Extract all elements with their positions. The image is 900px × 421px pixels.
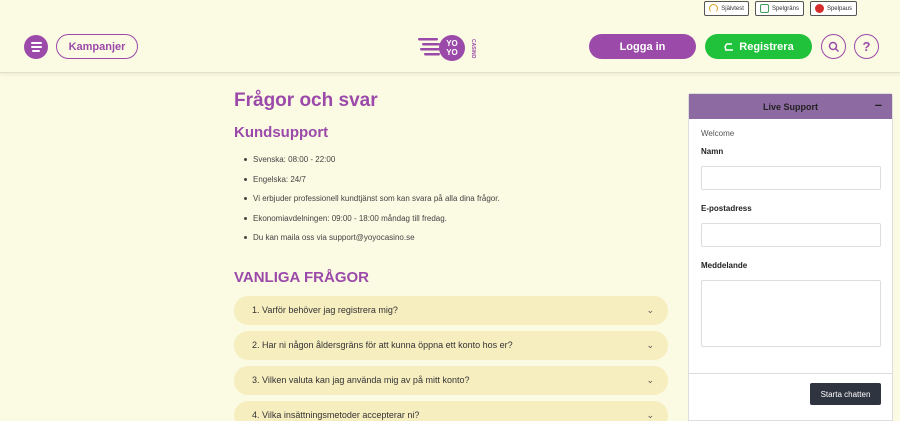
faq-item[interactable]: 3. Vilken valuta kan jag använda mig av … — [234, 365, 668, 395]
message-label: Meddelande — [701, 261, 748, 270]
register-button[interactable]: Registrera — [705, 34, 812, 59]
page-title: Frågor och svar — [234, 90, 378, 111]
faq-item[interactable]: 2. Har ni någon åldersgräns för att kunn… — [234, 330, 668, 360]
menu-icon-line — [30, 42, 42, 44]
email-label: E-postadress — [701, 204, 752, 213]
menu-button[interactable] — [24, 35, 48, 59]
chevron-down-icon: ⌄ — [646, 374, 654, 385]
faq-question: 2. Har ni någon åldersgräns för att kunn… — [252, 340, 513, 350]
help-icon: ? — [862, 39, 871, 54]
badge-label: Spelgräns — [771, 5, 799, 12]
logo-text: YO — [446, 48, 458, 57]
gauge-icon — [709, 4, 719, 13]
faq-question: 1. Varför behöver jag registrera mig? — [252, 305, 398, 315]
live-support-header[interactable]: Live Support – — [689, 94, 892, 119]
live-support-panel: Live Support – Welcome Namn E-postadress… — [688, 93, 893, 421]
minimize-icon[interactable]: – — [875, 97, 882, 112]
list-item: Svenska: 08:00 - 22:00 — [244, 155, 668, 175]
menu-icon-line — [30, 46, 42, 48]
faq-item[interactable]: 1. Varför behöver jag registrera mig? ⌄ — [234, 295, 668, 325]
live-support-form: Welcome Namn E-postadress Meddelande — [689, 119, 892, 347]
register-label: Registrera — [739, 40, 794, 53]
help-button[interactable]: ? — [854, 34, 879, 59]
site-header: Kampanjer YO YO CASINO Logga in Registre… — [0, 17, 900, 73]
message-field[interactable] — [701, 280, 881, 347]
welcome-text: Welcome — [701, 129, 735, 138]
live-support-title: Live Support — [762, 101, 818, 112]
register-icon — [724, 42, 734, 51]
list-item: Du kan maila oss via support@yoyocasino.… — [244, 233, 668, 253]
faq-content: Frågor och svar Kundsupport Svenska: 08:… — [234, 90, 668, 421]
faq-question: 3. Vilken valuta kan jag använda mig av … — [252, 375, 470, 385]
list-item: Ekonomiavdelningen: 09:00 - 18:00 måndag… — [244, 214, 668, 234]
start-chat-button[interactable]: Starta chatten — [810, 383, 881, 405]
email-field[interactable] — [701, 223, 881, 247]
menu-icon-line — [32, 50, 40, 52]
badge-spelgrans[interactable]: Spelgräns — [754, 1, 804, 16]
limit-icon — [759, 4, 769, 13]
search-icon — [828, 41, 839, 52]
campaigns-button[interactable]: Kampanjer — [56, 34, 138, 59]
live-support-footer: Starta chatten — [689, 373, 892, 421]
pause-icon — [814, 4, 824, 13]
badge-label: Självtest — [721, 5, 744, 12]
name-label: Namn — [701, 147, 724, 156]
faq-question: 4. Vilka insättningsmetoder accepterar n… — [252, 410, 420, 420]
badge-spelpaus[interactable]: Spelpaus — [809, 1, 857, 16]
name-field[interactable] — [701, 166, 881, 190]
logo-text: YO — [446, 39, 458, 48]
support-heading: Kundsupport — [234, 124, 329, 141]
search-button[interactable] — [821, 34, 846, 59]
faq-item[interactable]: 4. Vilka insättningsmetoder accepterar n… — [234, 400, 668, 421]
list-item: Vi erbjuder professionell kundtjänst som… — [244, 194, 668, 214]
support-info-list: Svenska: 08:00 - 22:00 Engelska: 24/7 Vi… — [244, 155, 668, 253]
chevron-down-icon: ⌄ — [646, 339, 654, 350]
chevron-down-icon: ⌄ — [646, 409, 654, 420]
login-button[interactable]: Logga in — [589, 34, 696, 59]
chevron-down-icon: ⌄ — [646, 304, 654, 315]
list-item: Engelska: 24/7 — [244, 175, 668, 195]
yoyo-casino-logo[interactable]: YO YO CASINO — [418, 29, 486, 67]
badge-label: Spelpaus — [826, 5, 852, 12]
faq-heading: VANLIGA FRÅGOR — [234, 268, 369, 286]
badge-sjalvtest[interactable]: Självtest — [704, 1, 749, 16]
logo-casino-text: CASINO — [470, 39, 476, 59]
responsible-gaming-badges: Självtest Spelgräns Spelpaus — [704, 1, 857, 16]
